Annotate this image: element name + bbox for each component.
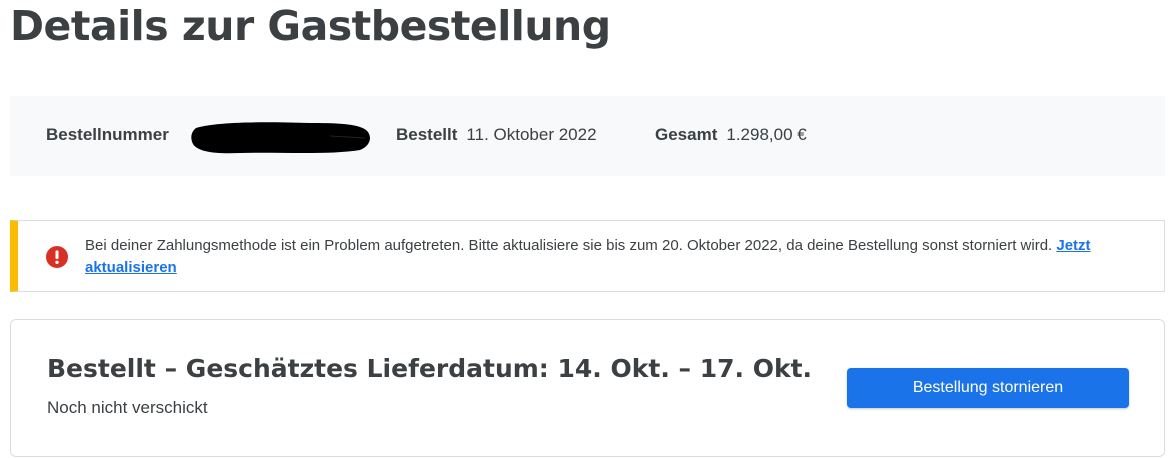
redaction-mark [191, 122, 370, 154]
order-number-label: Bestellnummer [46, 125, 169, 144]
shipping-status: Noch nicht verschickt [47, 398, 208, 417]
cancel-order-button[interactable]: Bestellung stornieren [847, 368, 1129, 408]
order-total: Gesamt 1.298,00 € [655, 125, 807, 145]
delivery-status-title: Bestellt – Geschätztes Lieferdatum: 14. … [47, 354, 813, 383]
ordered-value: 11. Oktober 2022 [466, 125, 597, 144]
payment-problem-alert: Bei deiner Zahlungsmethode ist ein Probl… [10, 220, 1165, 292]
page-title: Details zur Gastbestellung [10, 2, 611, 50]
total-value: 1.298,00 € [726, 125, 807, 144]
order-number: Bestellnummer [46, 125, 178, 145]
order-date: Bestellt 11. Oktober 2022 [396, 125, 597, 145]
ordered-label: Bestellt [396, 125, 458, 144]
order-summary: Bestellnummer Bestellt 11. Oktober 2022 … [10, 96, 1165, 176]
total-label: Gesamt [655, 125, 718, 144]
alert-message-block: Bei deiner Zahlungsmethode ist ein Probl… [85, 235, 1160, 279]
error-icon [46, 246, 68, 268]
alert-message: Bei deiner Zahlungsmethode ist ein Probl… [85, 237, 1053, 254]
order-status-card: Bestellt – Geschätztes Lieferdatum: 14. … [10, 319, 1165, 457]
